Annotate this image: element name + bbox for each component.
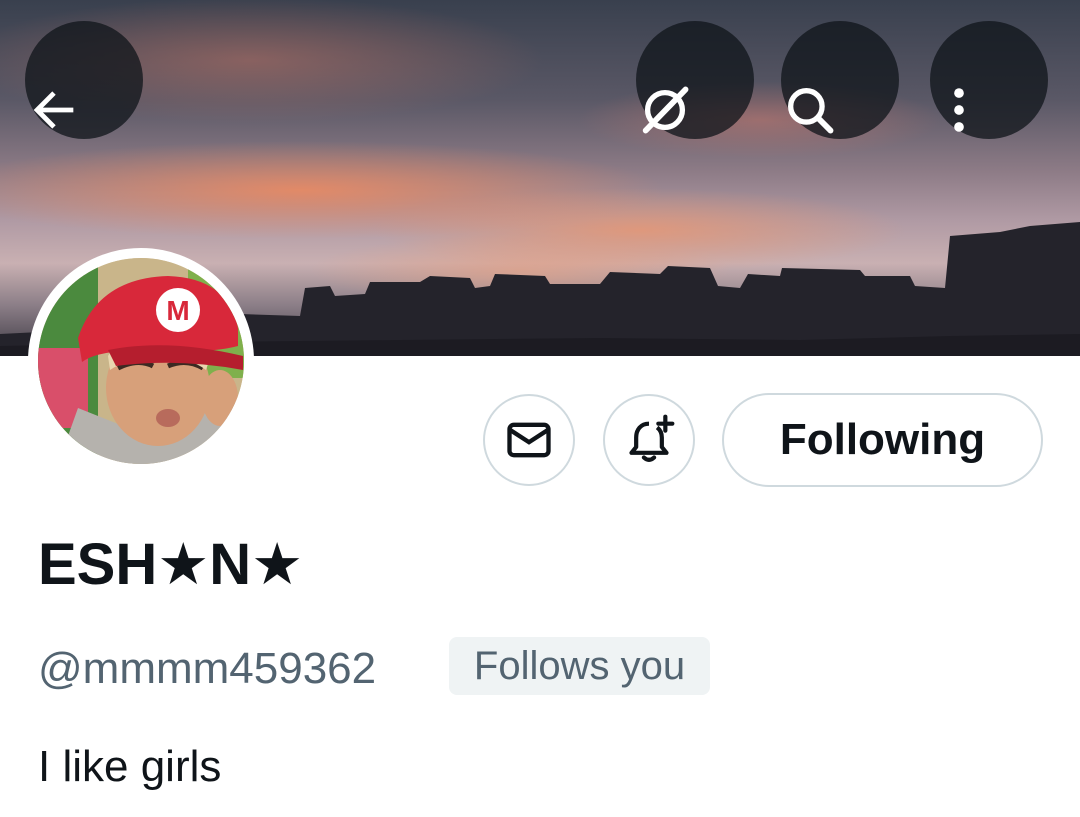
envelope-icon: [507, 422, 551, 458]
back-button[interactable]: [25, 21, 143, 139]
profile-avatar[interactable]: M: [28, 248, 254, 474]
more-options-button[interactable]: [930, 21, 1048, 139]
profile-handle: @mmmm459362: [38, 644, 377, 693]
grok-button[interactable]: [636, 21, 754, 139]
grok-slash-icon: [642, 86, 689, 134]
bell-plus-icon: [629, 414, 675, 462]
svg-text:M: M: [166, 295, 189, 326]
following-button[interactable]: Following: [722, 393, 1043, 487]
profile-bio: I like girls: [38, 742, 222, 791]
avatar-image: M: [38, 258, 244, 464]
arrow-left-icon: [33, 91, 74, 129]
search-button[interactable]: [781, 21, 899, 139]
profile-name: ESH★N★: [38, 532, 304, 597]
notifications-button[interactable]: [603, 394, 695, 486]
message-button[interactable]: [483, 394, 575, 486]
follows-you-badge: Follows you: [449, 637, 710, 695]
search-icon: [788, 88, 834, 134]
more-vertical-icon: [954, 88, 964, 132]
following-button-label: Following: [779, 415, 986, 464]
